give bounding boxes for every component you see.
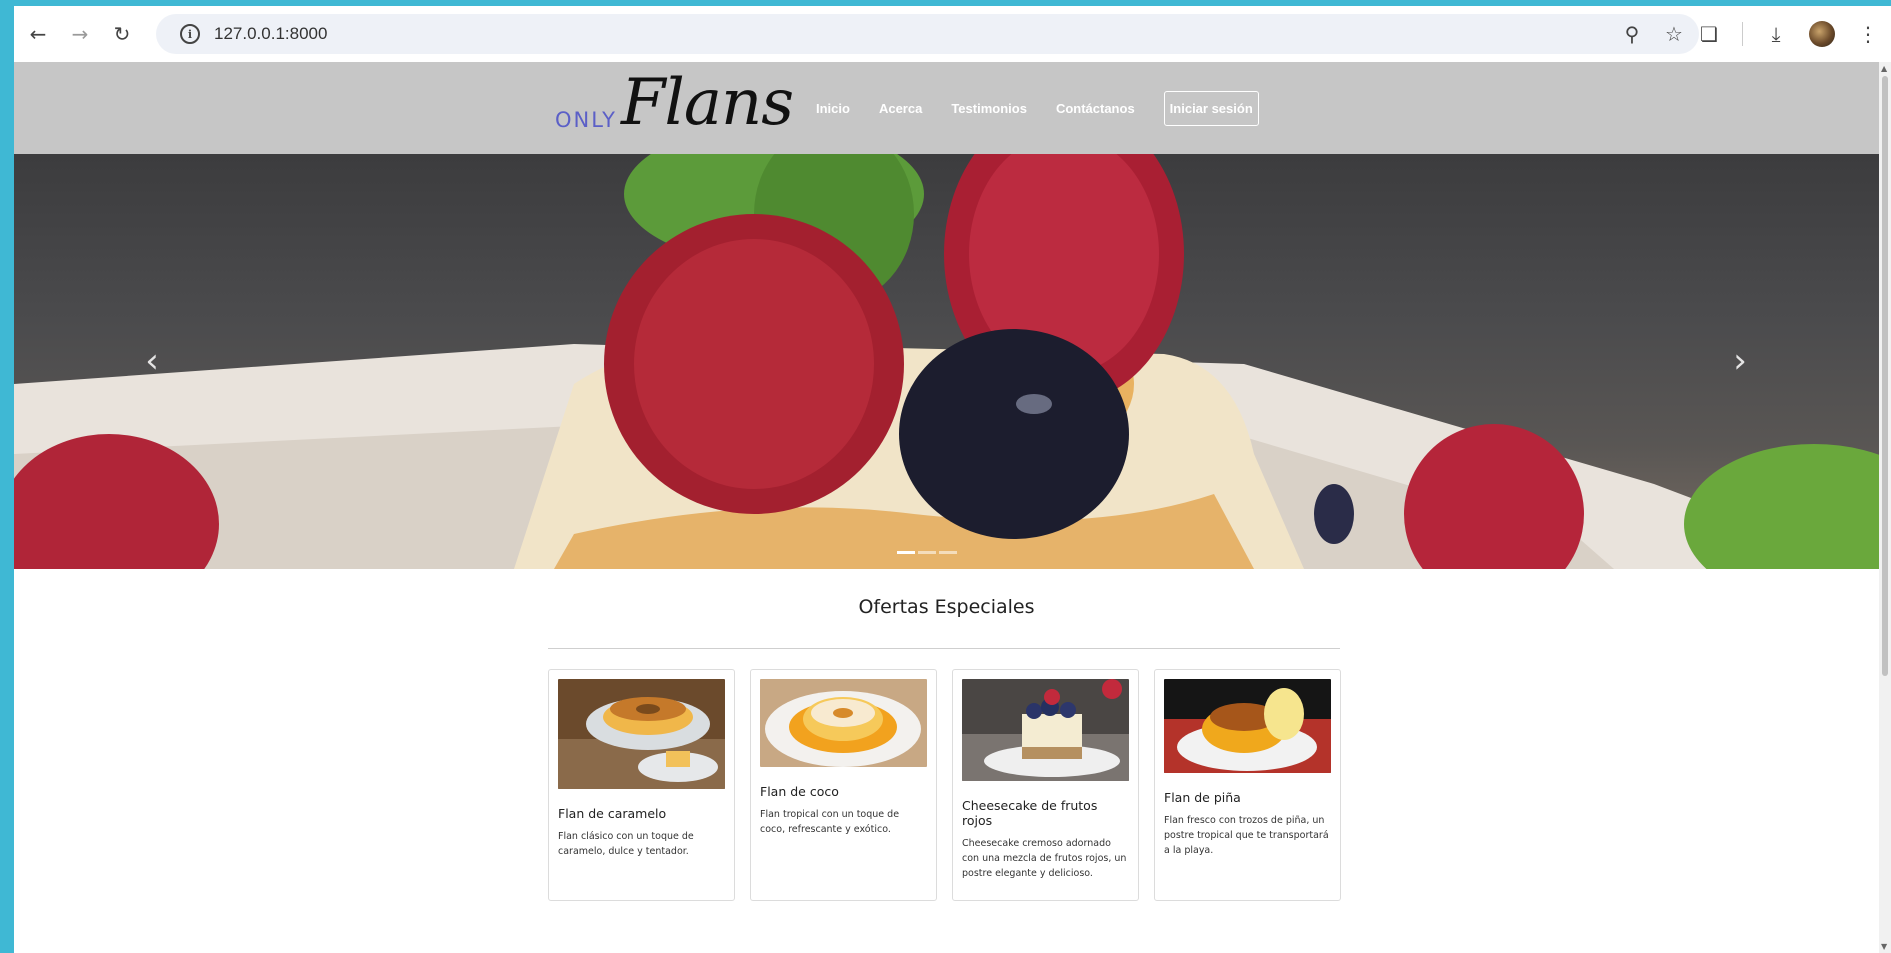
zoom-icon[interactable]: ⚲ (1621, 22, 1643, 46)
product-card-cheesecake[interactable]: Cheesecake de frutos rojos Cheesecake cr… (952, 669, 1139, 901)
forward-arrow-icon[interactable]: → (62, 16, 98, 52)
info-icon[interactable]: i (180, 24, 200, 44)
site-navbar: ONLY Flans Inicio Acerca Testimonios Con… (14, 62, 1879, 154)
address-bar[interactable]: i 127.0.0.1:8000 ⚲ ☆ (156, 14, 1699, 54)
product-card-flan-coco[interactable]: Flan de coco Flan tropical con un toque … (750, 669, 937, 901)
reload-icon[interactable]: ↻ (104, 16, 140, 52)
product-description: Cheesecake cremoso adornado con una mezc… (962, 838, 1127, 879)
carousel-indicators (897, 551, 957, 554)
product-description: Flan clásico con un toque de caramelo, d… (558, 831, 694, 857)
carousel-indicator-2[interactable] (918, 551, 936, 554)
url-text[interactable]: 127.0.0.1:8000 (214, 24, 327, 44)
hero-image (14, 154, 1879, 569)
page-viewport: ONLY Flans Inicio Acerca Testimonios Con… (14, 62, 1879, 919)
section-divider (548, 648, 1340, 649)
scroll-up-icon[interactable]: ▲ (1881, 64, 1887, 73)
nav-link-contactanos[interactable]: Contáctanos (1056, 101, 1135, 116)
product-card-flan-pina[interactable]: Flan de piña Flan fresco con trozos de p… (1154, 669, 1341, 901)
browser-toolbar: ← → ↻ i 127.0.0.1:8000 ⚲ ☆ ❏ ⤓ ⋮ (14, 6, 1891, 62)
extensions-icon[interactable]: ❏ (1696, 22, 1722, 46)
site-logo[interactable]: ONLY Flans (555, 66, 799, 144)
logo-only-text: ONLY (555, 108, 617, 132)
product-image (962, 679, 1129, 781)
nav-link-acerca[interactable]: Acerca (879, 101, 922, 116)
window-bottom-edge (0, 919, 1879, 953)
product-title: Flan de caramelo (558, 806, 667, 821)
scrollbar-thumb[interactable] (1882, 76, 1888, 676)
offers-heading: Ofertas Especiales (858, 596, 1035, 618)
product-description: Flan tropical con un toque de coco, refr… (760, 809, 900, 835)
product-title: Cheesecake de frutos rojos (962, 798, 1098, 828)
product-image (558, 679, 725, 789)
carousel-prev-button[interactable]: ‹ (132, 339, 172, 383)
logo-flans-text: Flans (621, 66, 794, 140)
product-title: Flan de piña (1164, 790, 1241, 805)
carousel-indicator-1[interactable] (897, 551, 915, 554)
nav-link-testimonios[interactable]: Testimonios (951, 101, 1027, 116)
product-description: Flan fresco con trozos de piña, un postr… (1164, 815, 1329, 856)
product-title: Flan de coco (760, 784, 839, 799)
back-arrow-icon[interactable]: ← (20, 16, 56, 52)
menu-icon[interactable]: ⋮ (1855, 22, 1881, 46)
page-scrollbar[interactable]: ▲ ▼ (1879, 62, 1891, 953)
star-icon[interactable]: ☆ (1663, 22, 1685, 46)
download-icon[interactable]: ⤓ (1763, 22, 1789, 46)
hero-carousel: ‹ › (14, 154, 1879, 569)
profile-avatar[interactable] (1809, 21, 1835, 47)
nav-link-inicio[interactable]: Inicio (816, 101, 850, 116)
carousel-next-button[interactable]: › (1720, 339, 1760, 383)
scroll-down-icon[interactable]: ▼ (1881, 942, 1887, 951)
toolbar-divider (1742, 22, 1743, 46)
product-card-flan-caramelo[interactable]: Flan de caramelo Flan clásico con un toq… (548, 669, 735, 901)
product-image (1164, 679, 1331, 773)
carousel-indicator-3[interactable] (939, 551, 957, 554)
nav-links: Inicio Acerca Testimonios Contáctanos In… (816, 62, 1259, 154)
login-button[interactable]: Iniciar sesión (1163, 90, 1259, 126)
product-image (760, 679, 927, 767)
